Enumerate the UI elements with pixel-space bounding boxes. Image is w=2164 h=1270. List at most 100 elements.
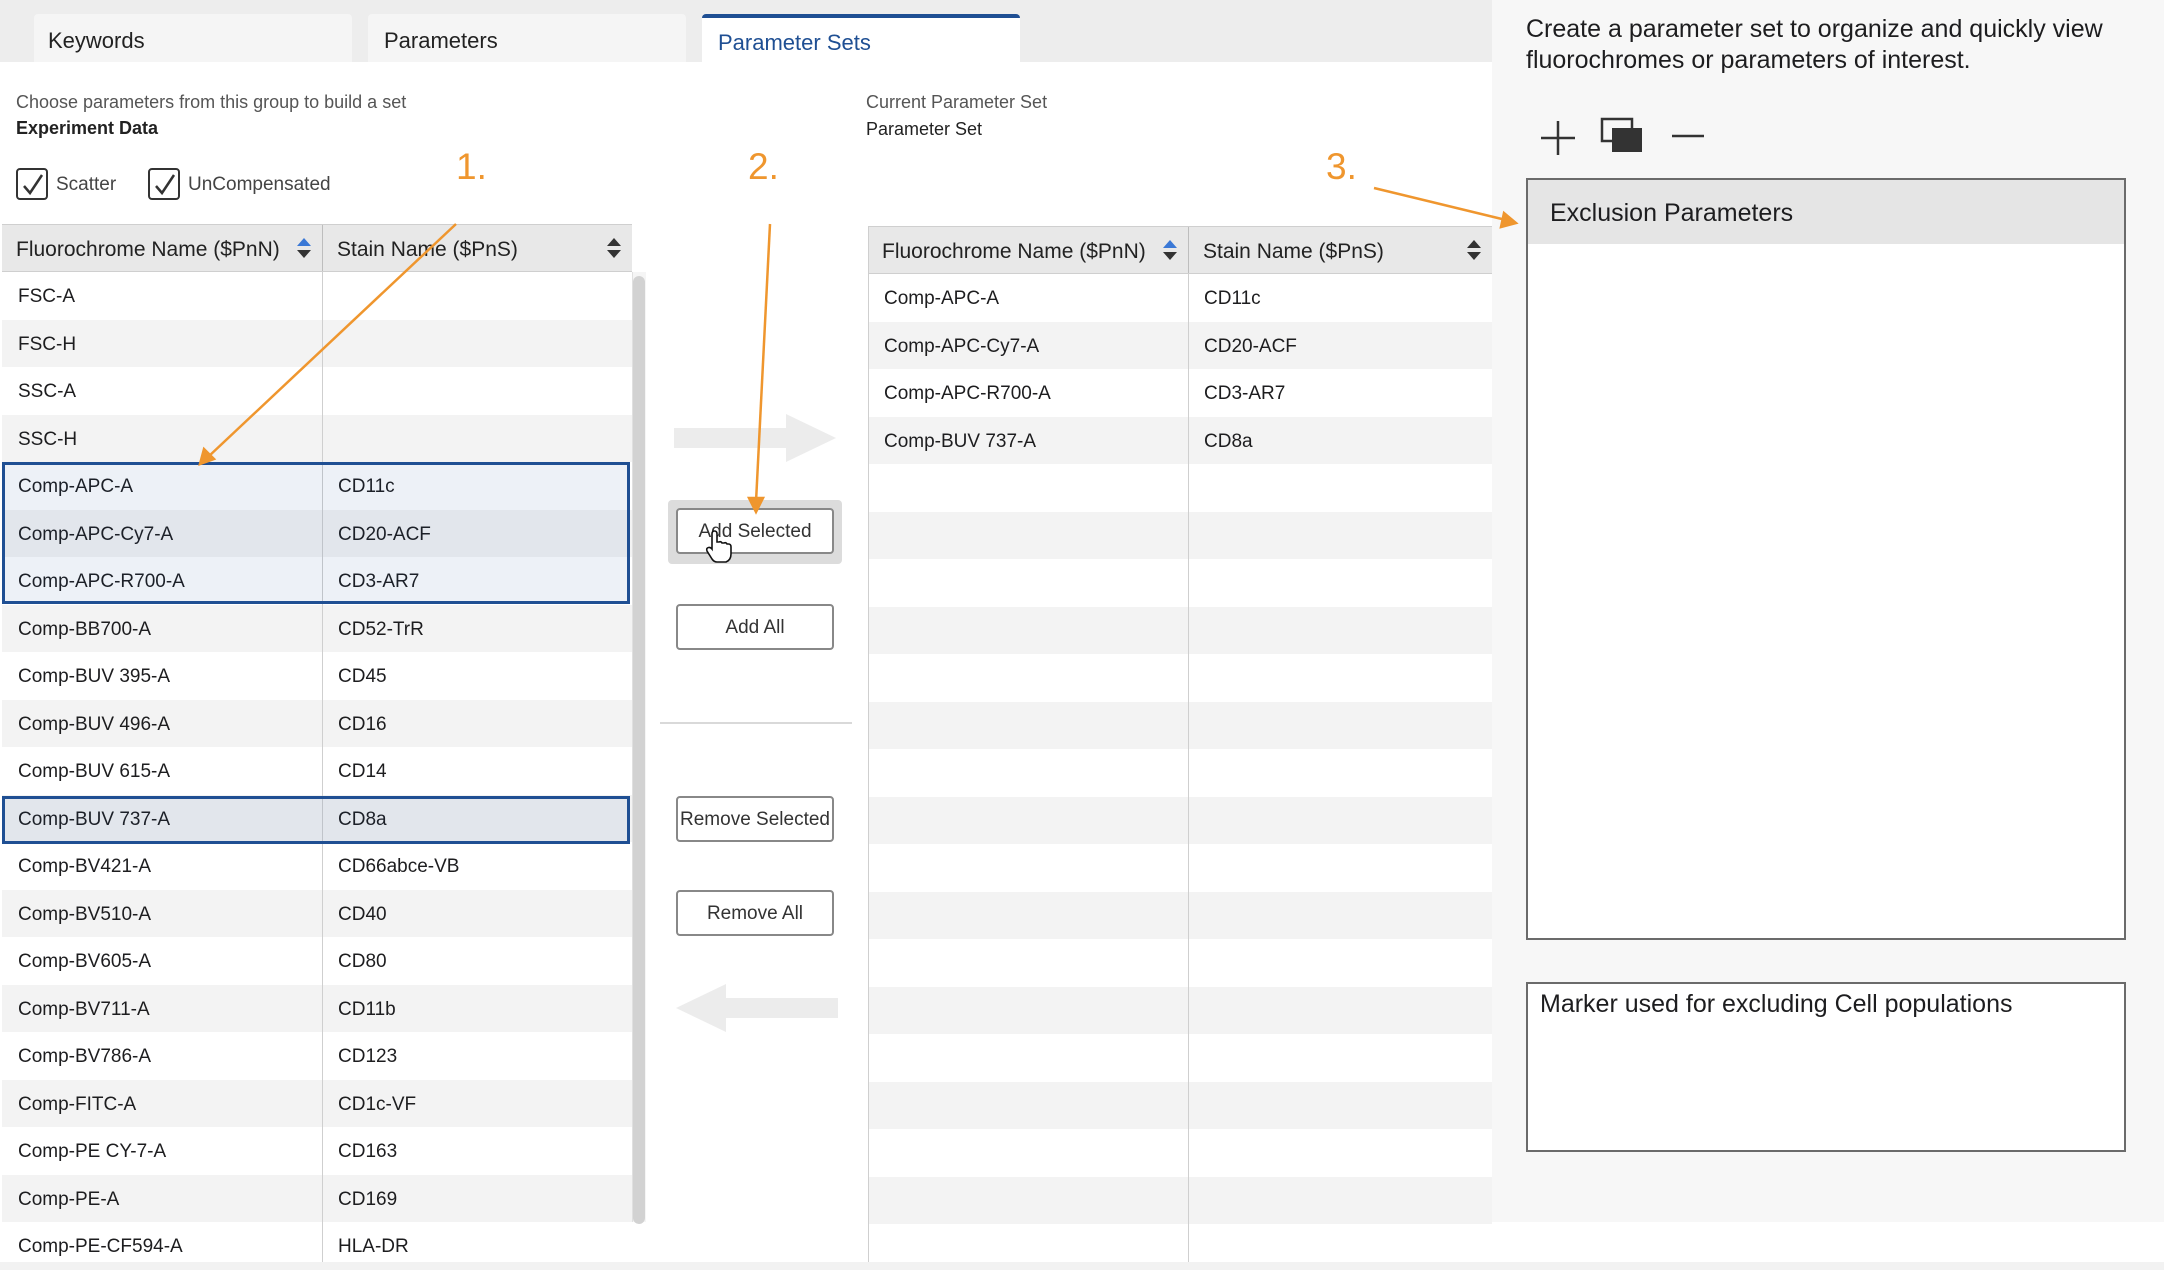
minus-icon[interactable]: [1668, 118, 1708, 158]
tab-parameter-sets[interactable]: Parameter Sets: [702, 14, 1020, 62]
cell-stain: [1188, 749, 1204, 797]
cell-fluorochrome: Comp-APC-R700-A: [884, 383, 1051, 404]
table-row[interactable]: SSC-A: [2, 367, 632, 415]
uncompensated-label: UnCompensated: [188, 174, 331, 195]
cell-stain: CD66abce-VB: [338, 856, 460, 877]
table-row[interactable]: [868, 1034, 1492, 1082]
list-item[interactable]: Exclusion Parameters: [1528, 180, 2124, 244]
table-row[interactable]: Comp-BB700-A CD52-TrR: [2, 604, 632, 652]
tab-parameters[interactable]: Parameters: [368, 14, 686, 62]
selection-highlight: [2, 462, 630, 604]
table-row[interactable]: Comp-APC-R700-A CD3-AR7: [868, 369, 1492, 417]
column-header-stain[interactable]: Stain Name ($PnS): [1188, 227, 1492, 273]
sort-icon[interactable]: [1162, 238, 1178, 262]
scatter-checkbox[interactable]: [16, 168, 48, 200]
plus-icon[interactable]: [1538, 118, 1578, 158]
table-row[interactable]: Comp-APC-A CD11c: [868, 274, 1492, 322]
checkmark-icon: [155, 174, 176, 196]
bottom-edge: [0, 1262, 2164, 1270]
table-row[interactable]: Comp-BV510-A CD40: [2, 889, 632, 937]
add-all-button[interactable]: Add All: [676, 604, 834, 650]
table-row[interactable]: [868, 1081, 1492, 1129]
remove-selected-button[interactable]: Remove Selected: [676, 796, 834, 842]
cell-fluorochrome: [868, 702, 884, 750]
remove-all-button[interactable]: Remove All: [676, 890, 834, 936]
panel-description: Create a parameter set to organize and q…: [1526, 15, 2103, 74]
tab-keywords[interactable]: Keywords: [34, 14, 352, 62]
table-row[interactable]: Comp-BV421-A CD66abce-VB: [2, 842, 632, 890]
cell-fluorochrome: Comp-BV786-A: [18, 1046, 152, 1067]
table-row[interactable]: Comp-BV786-A CD123: [2, 1032, 632, 1080]
arrow-left-icon: [676, 984, 838, 1032]
duplicate-icon[interactable]: [1600, 116, 1644, 156]
column-header-label: Stain Name ($PnS): [337, 238, 518, 261]
table-row[interactable]: [868, 606, 1492, 654]
table-left-border: [868, 226, 869, 1262]
cell-fluorochrome: Comp-FITC-A: [18, 1093, 137, 1115]
table-row[interactable]: [868, 1129, 1492, 1177]
table-row[interactable]: Comp-BUV 395-A CD45: [2, 652, 632, 700]
cell-stain: [1188, 654, 1204, 702]
parameter-sets-list: Exclusion Parameters: [1526, 178, 2126, 940]
annotation-label: 1.: [456, 146, 487, 187]
table-header: Fluorochrome Name ($PnN) Stain Name ($Pn…: [2, 224, 632, 272]
column-header-fluorochrome[interactable]: Fluorochrome Name ($PnN): [2, 225, 322, 271]
table-row[interactable]: Comp-FITC-A CD1c-VF: [2, 1079, 632, 1127]
table-row[interactable]: [868, 749, 1492, 797]
table-row[interactable]: [868, 464, 1492, 512]
sort-icon[interactable]: [1466, 238, 1482, 262]
cell-stain: CD80: [338, 951, 387, 972]
table-row[interactable]: Comp-PE CY-7-A CD163: [2, 1127, 632, 1175]
cell-stain: [1188, 797, 1204, 845]
table-row[interactable]: SSC-H: [2, 414, 632, 462]
table-row[interactable]: [868, 654, 1492, 702]
cell-stain: [1188, 1034, 1204, 1082]
cell-fluorochrome: Comp-BUV 737-A: [884, 430, 1037, 452]
table-row[interactable]: [868, 701, 1492, 750]
table-row[interactable]: Comp-BV605-A CD80: [2, 937, 632, 985]
table-row[interactable]: [868, 511, 1492, 560]
set-description-field[interactable]: Marker used for excluding Cell populatio…: [1526, 982, 2126, 1152]
table-row[interactable]: Comp-BV711-A CD11b: [2, 984, 632, 1032]
arrow-right-icon: [674, 414, 836, 462]
sort-icon[interactable]: [296, 236, 312, 260]
cell-stain: CD20-ACF: [1204, 335, 1297, 357]
group-hint: Choose parameters from this group to bui…: [16, 92, 407, 112]
table-row[interactable]: [868, 796, 1492, 845]
table-row[interactable]: Comp-PE-A CD169: [2, 1174, 632, 1222]
table-row[interactable]: [868, 1176, 1492, 1224]
column-header-stain[interactable]: Stain Name ($PnS): [322, 225, 632, 271]
cell-stain: CD52-TrR: [338, 618, 424, 640]
add-selected-button[interactable]: Add Selected: [676, 508, 834, 554]
cell-fluorochrome: SSC-H: [18, 428, 78, 450]
checkmark-icon: [23, 174, 44, 196]
sort-icon[interactable]: [606, 236, 622, 260]
scrollbar-thumb[interactable]: [633, 276, 645, 1224]
uncompensated-checkbox[interactable]: [148, 168, 180, 200]
cell-fluorochrome: FSC-H: [18, 333, 77, 355]
column-header-label: Fluorochrome Name ($PnN): [16, 238, 280, 261]
table-row[interactable]: FSC-A: [2, 272, 632, 320]
cell-fluorochrome: [868, 512, 884, 560]
table-row[interactable]: FSC-H: [2, 319, 632, 367]
cell-fluorochrome: [868, 654, 884, 702]
table-row[interactable]: [868, 986, 1492, 1034]
table-row[interactable]: [868, 891, 1492, 939]
table-row[interactable]: [868, 559, 1492, 607]
table-row[interactable]: [868, 844, 1492, 892]
column-divider: [1188, 274, 1189, 1262]
cell-stain: [1188, 939, 1204, 987]
table-row[interactable]: Comp-BUV 496-A CD16: [2, 699, 632, 747]
cell-fluorochrome: [868, 559, 884, 607]
cell-stain: CD8a: [1204, 430, 1253, 452]
scatter-label: Scatter: [56, 174, 117, 195]
cell-fluorochrome: SSC-A: [18, 381, 77, 402]
table-row[interactable]: Comp-BUV 737-A CD8a: [868, 416, 1492, 464]
table-row[interactable]: [868, 939, 1492, 987]
table-row[interactable]: Comp-APC-Cy7-A CD20-ACF: [868, 321, 1492, 369]
cell-stain: CD163: [338, 1141, 398, 1162]
column-header-fluorochrome[interactable]: Fluorochrome Name ($PnN): [868, 227, 1188, 273]
table-row[interactable]: Comp-BUV 615-A CD14: [2, 747, 632, 795]
cell-fluorochrome: [868, 464, 884, 512]
cell-fluorochrome: Comp-APC-A: [884, 288, 1000, 309]
